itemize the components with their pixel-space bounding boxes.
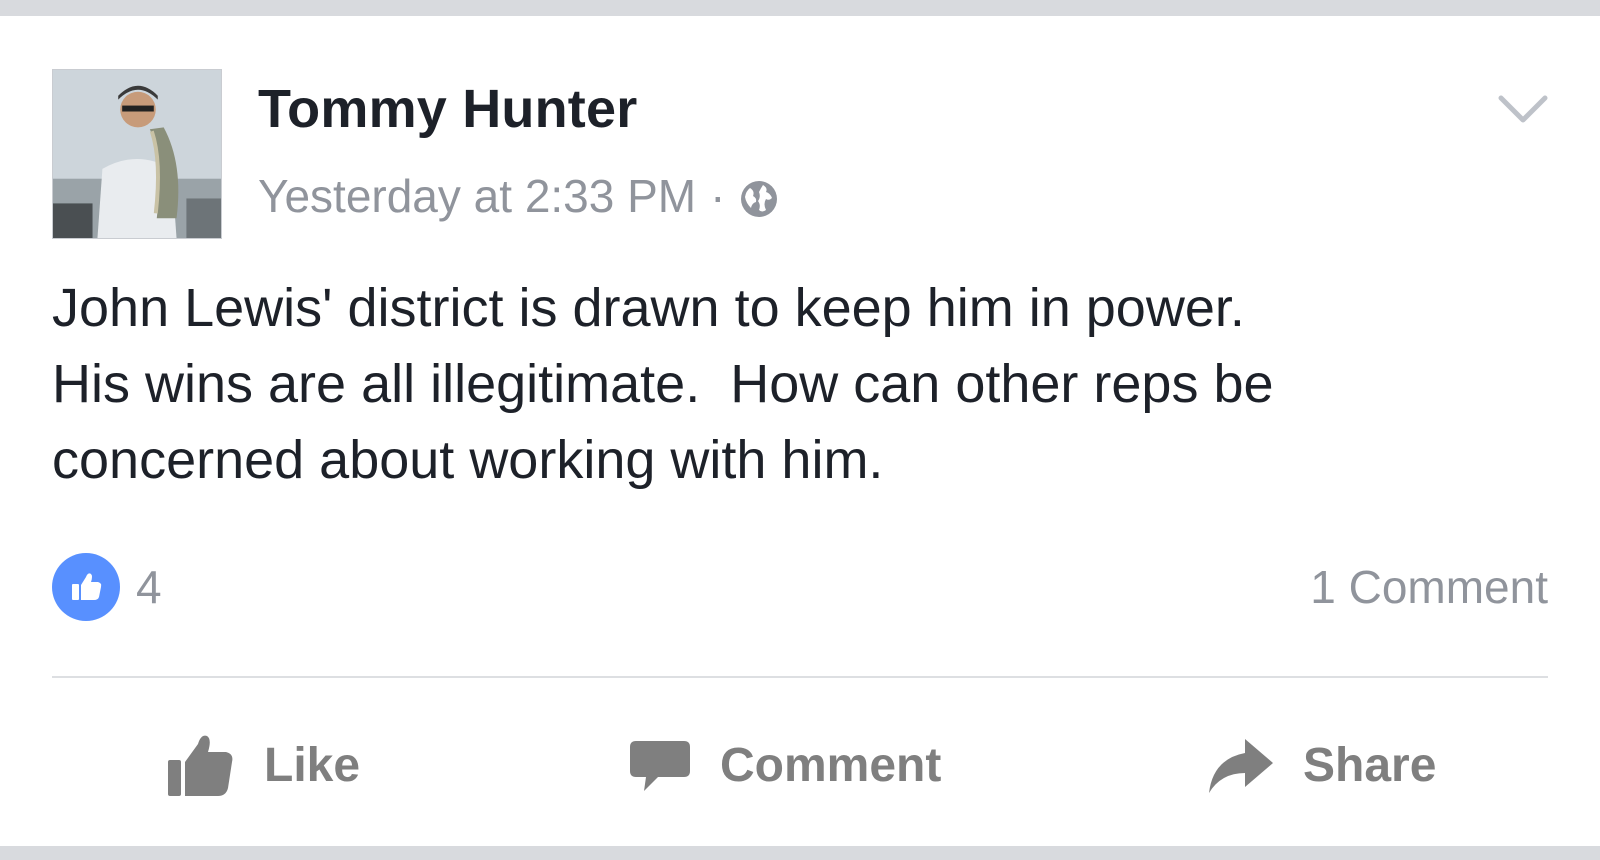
speech-bubble-icon <box>628 733 692 797</box>
actions-divider <box>52 676 1548 678</box>
top-frame-bar <box>0 0 1600 16</box>
like-button[interactable]: Like <box>166 700 360 830</box>
comment-count-link[interactable]: 1 Comment <box>1310 553 1548 621</box>
post-text-line: John Lewis' district is drawn to keep hi… <box>52 278 1245 338</box>
comment-label: Comment <box>720 738 942 792</box>
share-arrow-icon <box>1205 733 1275 797</box>
like-label: Like <box>264 738 361 792</box>
thumbs-up-icon <box>166 730 236 800</box>
share-button[interactable]: Share <box>1205 700 1436 830</box>
avatar-photo <box>53 70 221 238</box>
globe-icon[interactable] <box>739 176 779 217</box>
post-meta: Yesterday at 2:33 PM · <box>258 168 779 224</box>
meta-separator: · <box>710 170 726 222</box>
post-text-line: concerned about working with him. <box>52 430 884 490</box>
like-badge-icon <box>52 553 120 621</box>
comment-button[interactable]: Comment <box>628 700 941 830</box>
post-timestamp[interactable]: Yesterday at 2:33 PM <box>258 169 696 223</box>
author-name[interactable]: Tommy Hunter <box>258 78 637 140</box>
author-avatar[interactable] <box>52 69 222 239</box>
like-count: 4 <box>136 561 162 613</box>
action-bar: Like Comment Share <box>0 700 1600 830</box>
chevron-down-icon[interactable] <box>1495 90 1551 130</box>
reactions-summary[interactable]: 4 <box>52 553 162 621</box>
post-body: John Lewis' district is drawn to keep hi… <box>52 270 1552 498</box>
share-label: Share <box>1303 738 1437 792</box>
bottom-frame-bar <box>0 846 1600 860</box>
post-text-line: His wins are all illegitimate. How can o… <box>52 354 1274 414</box>
